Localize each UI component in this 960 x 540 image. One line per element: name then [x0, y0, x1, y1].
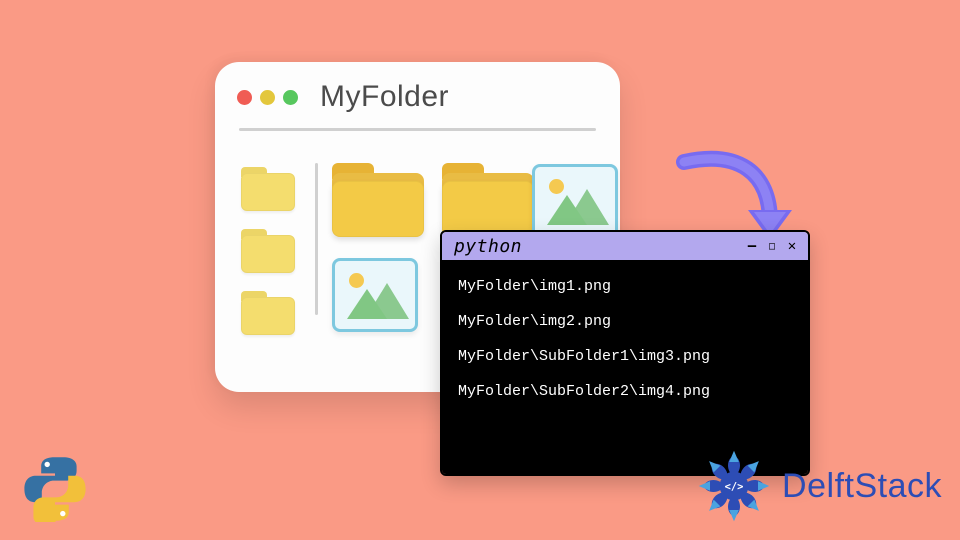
- python-logo-icon: [22, 456, 88, 522]
- terminal-title: python: [454, 236, 522, 257]
- terminal-line: MyFolder\img2.png: [458, 313, 792, 330]
- terminal-window: python — □ ✕ MyFolder\img1.png MyFolder\…: [440, 230, 810, 476]
- minimize-icon[interactable]: —: [744, 238, 760, 254]
- folder-icon[interactable]: [241, 167, 295, 211]
- maximize-dot-icon[interactable]: [283, 90, 298, 105]
- delftstack-logo: </> DelftStack: [694, 446, 942, 526]
- terminal-window-controls: — □ ✕: [744, 238, 800, 254]
- delftstack-badge-icon: </>: [694, 446, 774, 526]
- terminal-line: MyFolder\SubFolder1\img3.png: [458, 348, 792, 365]
- window-traffic-lights: [237, 90, 298, 105]
- folder-icon[interactable]: [241, 291, 295, 335]
- sidebar-divider: [315, 163, 318, 315]
- close-icon[interactable]: ✕: [784, 238, 800, 254]
- terminal-line: MyFolder\img1.png: [458, 278, 792, 295]
- file-manager-title: MyFolder: [320, 80, 449, 114]
- image-file-icon[interactable]: [332, 258, 418, 332]
- folder-icon[interactable]: [241, 229, 295, 273]
- image-file-icon[interactable]: [532, 164, 618, 238]
- minimize-dot-icon[interactable]: [260, 90, 275, 105]
- svg-text:</>: </>: [725, 481, 744, 493]
- folder-icon[interactable]: [332, 163, 424, 237]
- terminal-line: MyFolder\SubFolder2\img4.png: [458, 383, 792, 400]
- file-manager-titlebar: MyFolder: [215, 62, 620, 120]
- maximize-icon[interactable]: □: [764, 241, 780, 252]
- delftstack-text: DelftStack: [782, 467, 942, 506]
- terminal-output: MyFolder\img1.png MyFolder\img2.png MyFo…: [442, 262, 808, 474]
- folder-icon[interactable]: [442, 163, 534, 237]
- terminal-titlebar: python — □ ✕: [442, 232, 808, 262]
- file-manager-sidebar: [235, 141, 295, 335]
- close-dot-icon[interactable]: [237, 90, 252, 105]
